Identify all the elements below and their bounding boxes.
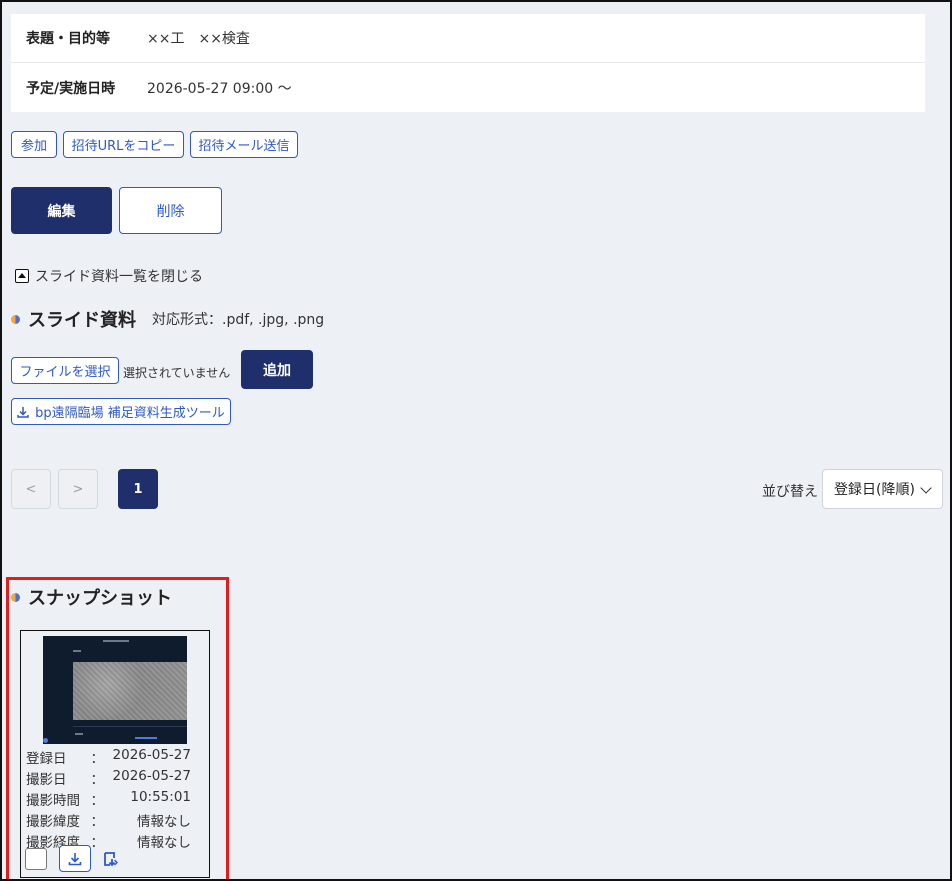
snapshot-thumbnail[interactable]: [43, 636, 187, 744]
info-row-date: 予定/実施日時 2026-05-27 09:00 〜: [11, 63, 925, 112]
download-icon: [68, 852, 82, 865]
meta-taken-time: 撮影時間： 10:55:01: [26, 789, 191, 809]
select-file-button[interactable]: ファイルを選択: [11, 357, 119, 384]
snapshot-section-title: スナップショット: [11, 584, 172, 610]
snapshot-export-button[interactable]: [101, 849, 121, 869]
section-dot-icon: [11, 592, 20, 602]
send-invite-mail-button[interactable]: 招待メール送信: [190, 131, 298, 158]
join-button[interactable]: 参加: [11, 131, 57, 158]
thumbnail-screen-image: [73, 662, 187, 720]
pager-page-1[interactable]: 1: [118, 469, 158, 509]
date-label: 予定/実施日時: [26, 80, 116, 97]
snapshot-download-button[interactable]: [59, 845, 91, 872]
meta-latitude: 撮影緯度： 情報なし: [26, 810, 191, 830]
add-slide-button[interactable]: 追加: [241, 350, 313, 389]
title-value: ××工 ××検査: [147, 31, 250, 47]
export-icon: [104, 852, 118, 867]
longitude-value: 情報なし: [137, 835, 191, 851]
snapshot-select-checkbox[interactable]: [25, 848, 47, 870]
info-row-title: 表題・目的等 ××工 ××検査: [11, 14, 925, 63]
taken-time: 10:55:01: [130, 789, 191, 805]
slides-title: スライド資料: [28, 310, 136, 331]
pager-next-button[interactable]: >: [58, 469, 98, 509]
slides-formats: 対応形式：.pdf, .jpg, .png: [152, 312, 325, 328]
collapse-up-icon: [15, 269, 29, 283]
meta-registered: 登録日： 2026-05-27: [26, 747, 191, 767]
latitude-value: 情報なし: [137, 814, 191, 830]
snapshot-card: 登録日： 2026-05-27 撮影日： 2026-05-27 撮影時間： 10…: [20, 630, 210, 878]
taken-date: 2026-05-27: [112, 768, 191, 784]
slides-collapse-toggle[interactable]: スライド資料一覧を閉じる: [15, 266, 203, 286]
title-label: 表題・目的等: [26, 31, 110, 47]
delete-button[interactable]: 削除: [119, 187, 222, 234]
section-dot-icon: [11, 314, 20, 324]
download-icon: [17, 406, 29, 418]
file-status: 選択されていません: [123, 366, 231, 380]
chevron-down-icon: [920, 482, 932, 494]
supplement-tool-label: bp遠隔臨場 補足資料生成ツール: [35, 406, 225, 421]
meeting-info-card: 表題・目的等 ××工 ××検査 予定/実施日時 2026-05-27 09:00…: [11, 14, 925, 112]
page-frame: 表題・目的等 ××工 ××検査 予定/実施日時 2026-05-27 09:00…: [0, 0, 952, 881]
supplement-tool-button[interactable]: bp遠隔臨場 補足資料生成ツール: [11, 398, 231, 425]
sort-selected-value: 登録日(降順): [834, 482, 915, 498]
pager-prev-button[interactable]: <: [11, 469, 51, 509]
meta-longitude: 撮影経度： 情報なし: [26, 831, 191, 851]
registered-date: 2026-05-27: [112, 747, 191, 763]
copy-invite-url-button[interactable]: 招待URLをコピー: [63, 131, 184, 158]
snapshot-title: スナップショット: [28, 588, 172, 609]
meta-taken-date: 撮影日： 2026-05-27: [26, 768, 191, 788]
sort-label: 並び替え: [762, 484, 818, 500]
date-value: 2026-05-27 09:00 〜: [147, 80, 292, 97]
sort-select[interactable]: 登録日(降順): [822, 469, 943, 509]
slides-section-title: スライド資料 対応形式：.pdf, .jpg, .png: [11, 306, 324, 332]
collapse-label: スライド資料一覧を閉じる: [35, 269, 203, 285]
edit-button[interactable]: 編集: [11, 187, 112, 234]
